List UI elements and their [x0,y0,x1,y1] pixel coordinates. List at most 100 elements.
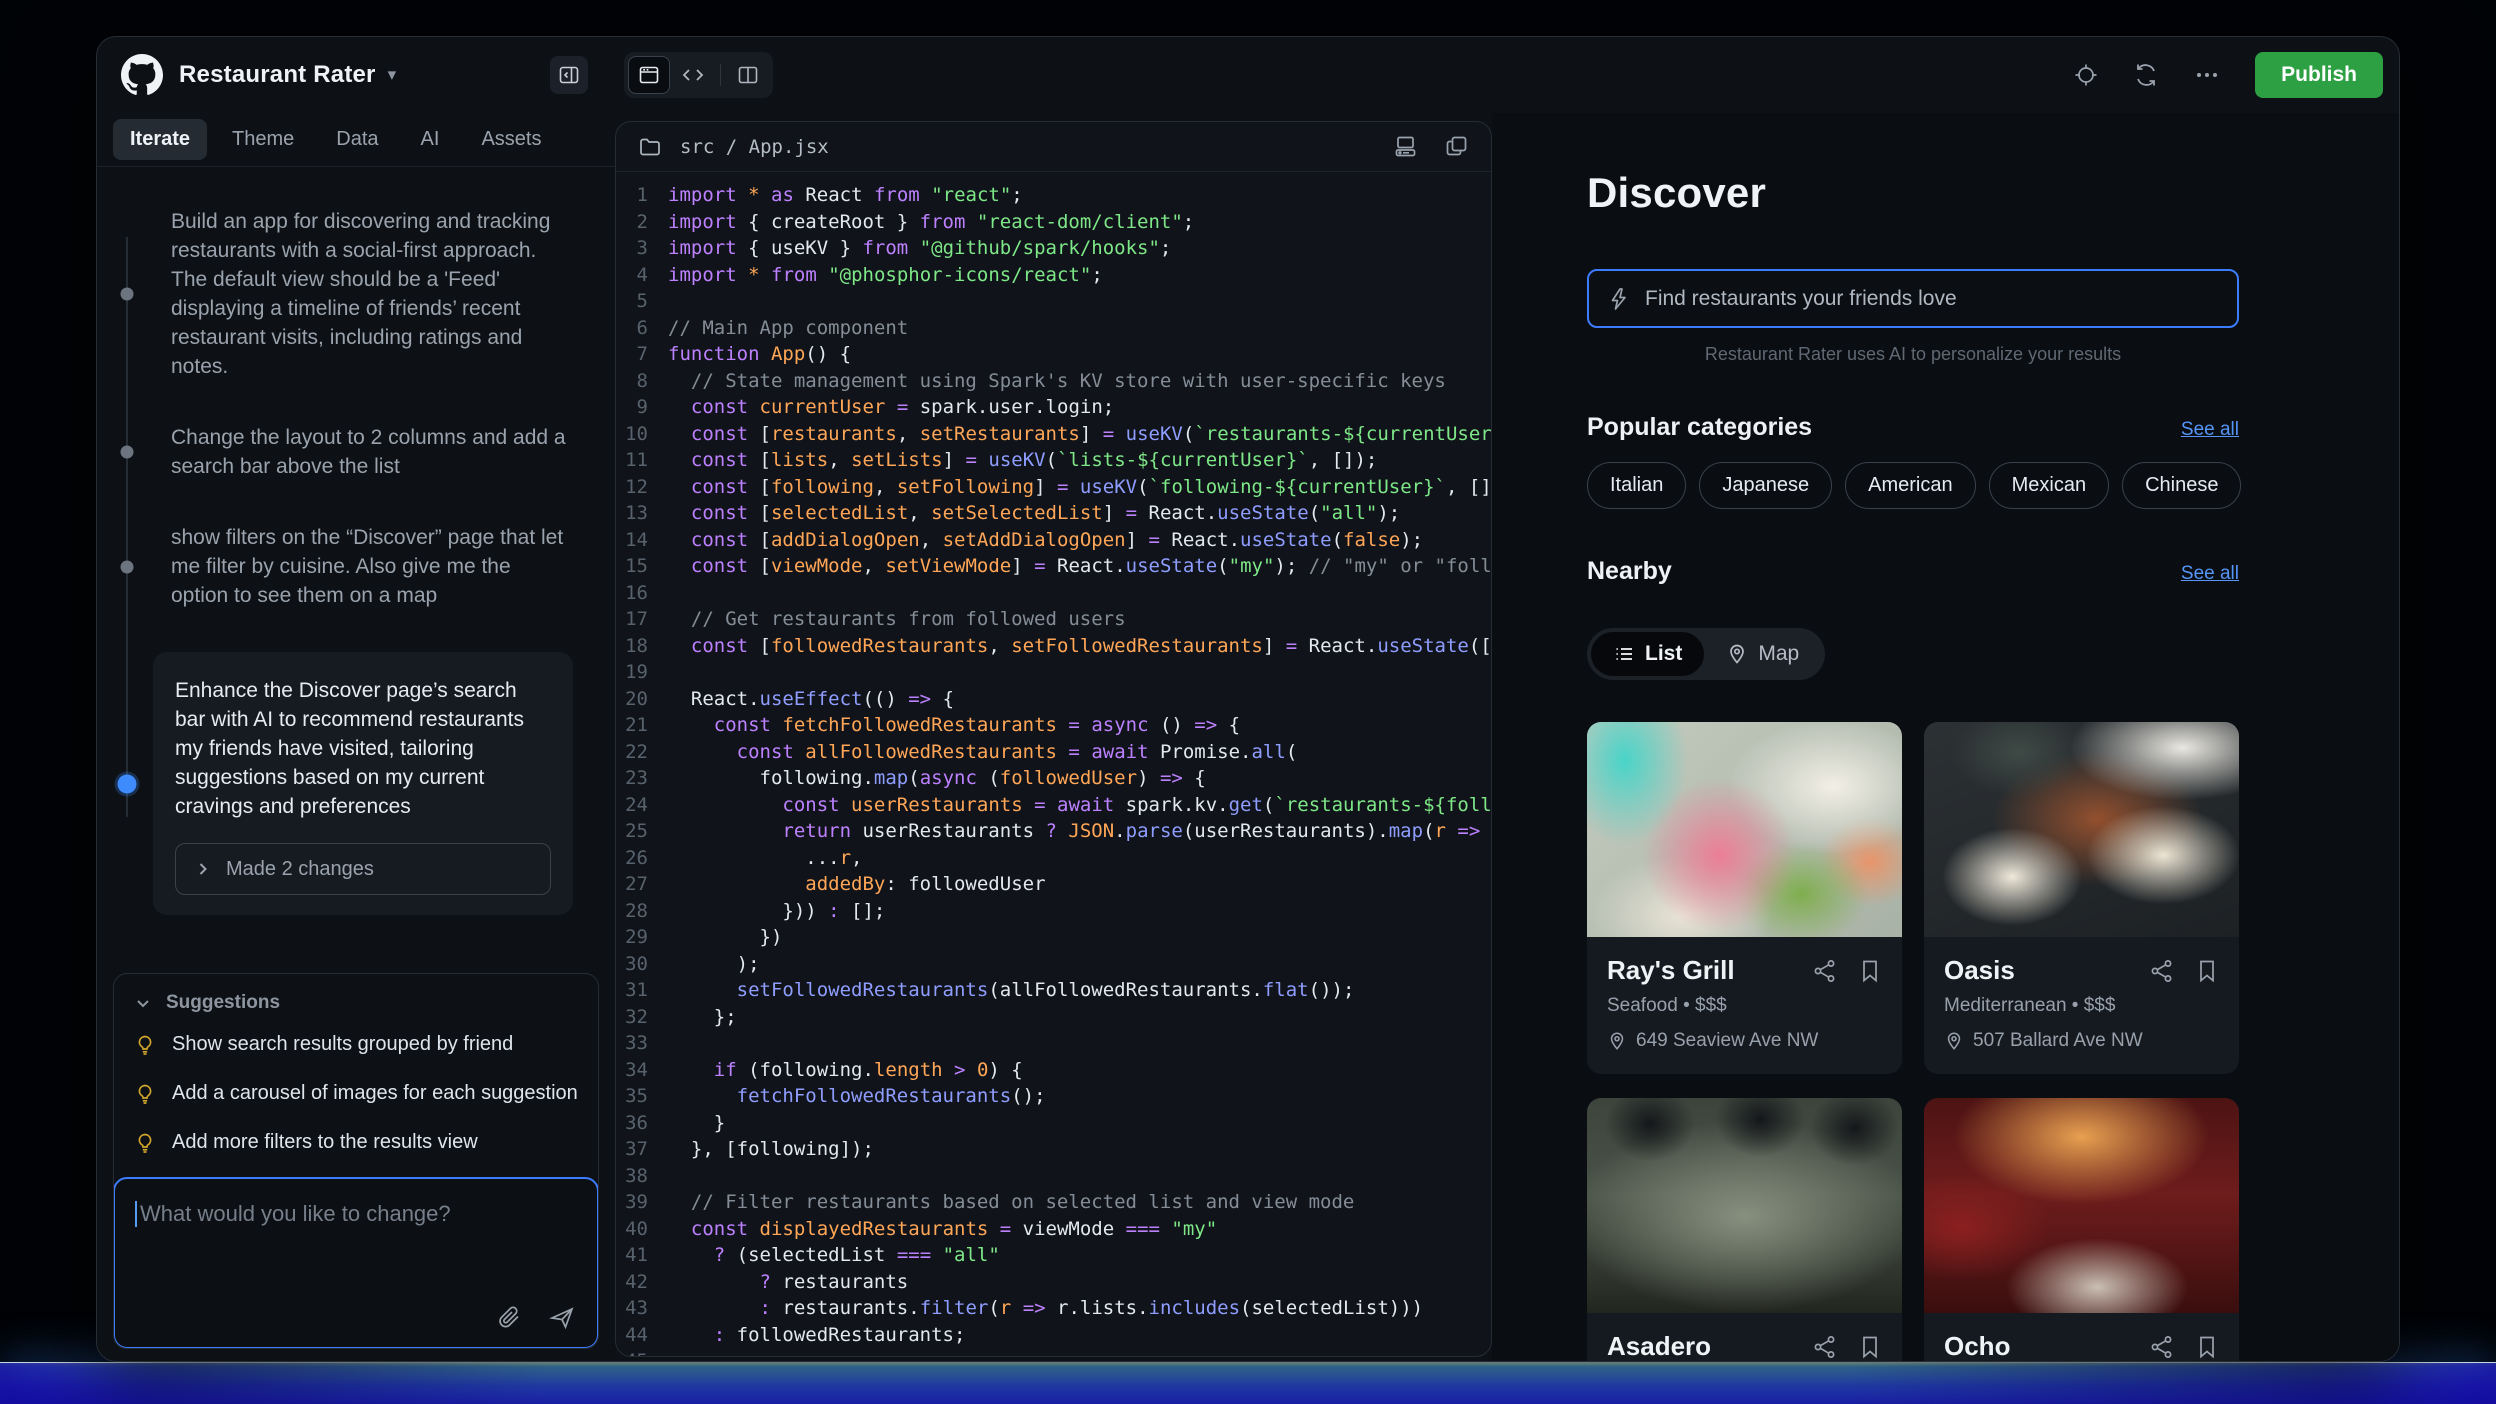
file-breadcrumb[interactable]: src / App.jsx [680,136,829,158]
send-icon[interactable] [549,1305,575,1331]
code-line: 18 const [followedRestaurants, setFollow… [616,633,1491,660]
code-text: }, [following]); [668,1136,1491,1163]
target-icon[interactable] [2073,62,2099,88]
code-area[interactable]: 1import * as React from "react";2import … [616,172,1491,1356]
code-line: 13 const [selectedList, setSelectedList]… [616,500,1491,527]
category-chip-italian[interactable]: Italian [1587,462,1686,509]
page-title: Discover [1587,169,2341,217]
code-line: 16 [616,580,1491,607]
card-body: Asadero [1587,1313,1902,1361]
bookmark-icon[interactable] [2195,958,2219,984]
line-number: 28 [616,898,668,925]
restaurant-card[interactable]: OasisMediterranean • $$$507 Ballard Ave … [1924,722,2239,1074]
tab-data[interactable]: Data [319,119,395,160]
bookmark-icon[interactable] [2195,1334,2219,1360]
code-line: 29 }) [616,924,1491,951]
code-text: following.map(async (followedUser) => { [668,765,1491,792]
restaurant-card[interactable]: Asadero [1587,1098,1902,1361]
background-glow [0,1362,2496,1404]
code-text: const [viewMode, setViewMode] = React.us… [668,553,1491,580]
code-text: })) : []; [668,898,1491,925]
prompt-composer[interactable]: What would you like to change? [113,1177,599,1349]
line-number: 31 [616,977,668,1004]
sidebar-collapse-button[interactable] [550,56,588,94]
chevron-down-icon[interactable]: ▾ [388,65,397,85]
tab-assets[interactable]: Assets [464,119,558,160]
view-toggle-list[interactable]: List [1591,632,1704,676]
address-text: 507 Ballard Ave NW [1973,1030,2143,1052]
active-prompt-card[interactable]: Enhance the Discover page’s search bar w… [153,652,573,915]
share-icon[interactable] [2149,958,2175,984]
refresh-icon[interactable] [2133,62,2159,88]
code-line: 25 return userRestaurants ? JSON.parse(u… [616,818,1491,845]
search-input[interactable]: Find restaurants your friends love [1587,269,2239,328]
code-text: // Filter restaurants based on selected … [668,1189,1491,1216]
code-text: setFollowedRestaurants(allFollowedRestau… [668,977,1491,1004]
code-line: 33 [616,1030,1491,1057]
line-number: 44 [616,1322,668,1349]
code-line: 6// Main App component [616,315,1491,342]
prompt-item: Enhance the Discover page’s search bar w… [121,652,599,915]
card-title-row: Ray's Grill [1607,955,1882,986]
line-number: 34 [616,1057,668,1084]
preview-view-button[interactable] [628,56,670,94]
code-line: 26 ...r, [616,845,1491,872]
split-view-button[interactable] [727,56,769,94]
restaurant-photo [1587,722,1902,937]
publish-button[interactable]: Publish [2255,52,2383,98]
line-number: 37 [616,1136,668,1163]
suggestion-item[interactable]: Add a carousel of images for each sugges… [114,1069,598,1118]
code-line: 40 const displayedRestaurants = viewMode… [616,1216,1491,1243]
code-text [668,580,1491,607]
code-line: 14 const [addDialogOpen, setAddDialogOpe… [616,527,1491,554]
suggestion-item[interactable]: Show search results grouped by friend [114,1020,598,1069]
categories-see-all-link[interactable]: See all [2181,419,2239,441]
line-number: 20 [616,686,668,713]
code-line: 7function App() { [616,341,1491,368]
suggestion-item[interactable]: Add more filters to the results view [114,1118,598,1167]
category-chip-american[interactable]: American [1845,462,1975,509]
restaurant-card[interactable]: Ocho [1924,1098,2239,1361]
tab-theme[interactable]: Theme [215,119,311,160]
code-line: 45 [616,1348,1491,1356]
code-text: import * as React from "react"; [668,182,1491,209]
line-number: 1 [616,182,668,209]
suggestions-header[interactable]: Suggestions [114,974,598,1020]
line-number: 13 [616,500,668,527]
restaurant-name: Asadero [1607,1331,1711,1361]
folder-icon[interactable] [638,135,662,159]
nearby-see-all-link[interactable]: See all [2181,563,2239,585]
bookmark-icon[interactable] [1858,1334,1882,1360]
attach-icon[interactable] [497,1305,523,1331]
line-number: 3 [616,235,668,262]
made-changes-button[interactable]: Made 2 changes [175,843,551,895]
view-toggle-label: List [1645,642,1682,666]
tab-ai[interactable]: AI [404,119,457,160]
line-number: 39 [616,1189,668,1216]
prompt-history: Build an app for discovering and trackin… [97,167,615,973]
ellipsis-icon[interactable] [2193,62,2221,88]
share-icon[interactable] [2149,1334,2175,1360]
copy-icon[interactable] [1444,134,1469,159]
share-icon[interactable] [1812,1334,1838,1360]
code-text: // Get restaurants from followed users [668,606,1491,633]
code-line: 1import * as React from "react"; [616,182,1491,209]
list-icon [1613,643,1635,665]
share-icon[interactable] [1812,958,1838,984]
prompt-text: show filters on the “Discover” page that… [171,523,571,610]
category-chip-japanese[interactable]: Japanese [1699,462,1832,509]
tab-iterate[interactable]: Iterate [113,119,207,160]
category-chip-mexican[interactable]: Mexican [1989,462,2109,509]
suggestions-title: Suggestions [166,992,280,1014]
restaurant-card[interactable]: Ray's GrillSeafood • $$$649 Seaview Ave … [1587,722,1902,1074]
view-toggle-label: Map [1758,642,1799,666]
code-view-button[interactable] [672,56,714,94]
view-toggle-map[interactable]: Map [1704,632,1821,676]
restaurant-meta: Mediterranean • $$$ [1944,995,2219,1017]
category-chip-chinese[interactable]: Chinese [2122,462,2241,509]
suggestions-panel: Suggestions Show search results grouped … [113,973,599,1349]
bookmark-icon[interactable] [1858,958,1882,984]
open-in-editor-icon[interactable] [1393,134,1418,159]
prompt-text: Enhance the Discover page’s search bar w… [175,676,551,821]
code-text: const fetchFollowedRestaurants = async (… [668,712,1491,739]
